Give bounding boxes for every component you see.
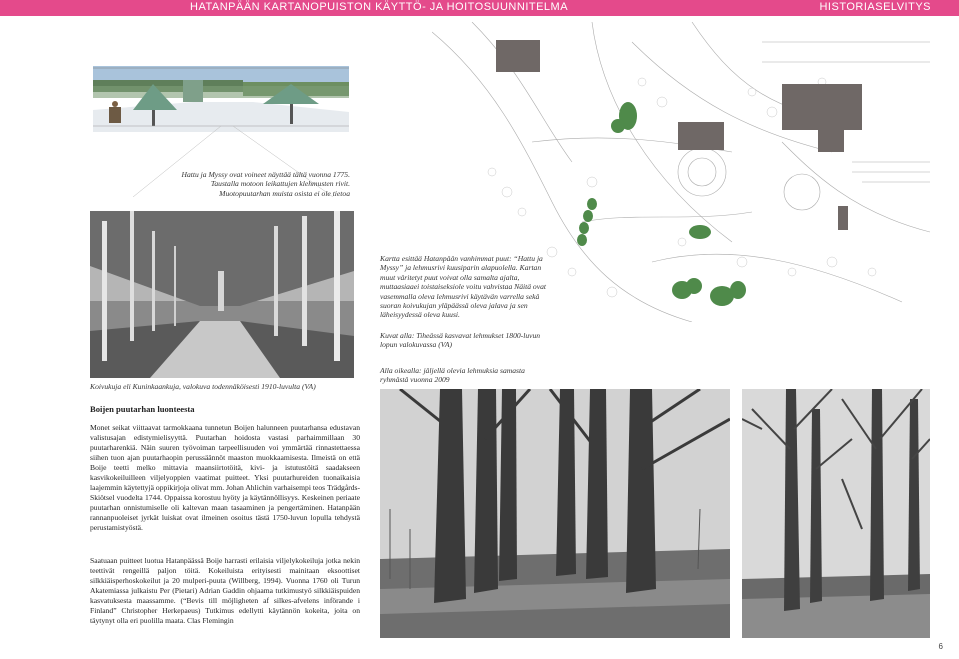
- map-caption: Kartta esittää Hatanpään vanhimmat puut:…: [380, 254, 546, 320]
- lime-photo-caption: Kuvat alla: Tiheässä kasvavat lehmukset …: [380, 331, 541, 350]
- article-paragraph-1: Monet seikat viittaavat tarmokkaana tunn…: [90, 423, 360, 532]
- sketch-caption: Hattu ja Myssy ovat voineet näyttää tält…: [181, 170, 350, 198]
- remaining-limes-photo: [742, 389, 930, 638]
- birch-avenue-photo: [90, 211, 354, 378]
- article-heading: Boijen puutarhan luonteesta: [90, 404, 195, 414]
- birch-avenue-caption: Koivukuja eli Kuninkaankuja, valokuva to…: [90, 382, 316, 391]
- header-bar: HATANPÄÄN KARTANOPUISTON KÄYTTÖ- JA HOIT…: [0, 0, 959, 16]
- lime-avenue-photo: [380, 389, 730, 638]
- document-title: HATANPÄÄN KARTANOPUISTON KÄYTTÖ- JA HOIT…: [190, 1, 569, 13]
- remaining-lime-caption: Alla oikealla: jäljellä olevia lehmuksia…: [380, 366, 525, 385]
- page-number: 6: [938, 642, 943, 651]
- article-paragraph-2: Saatuaan puitteet luotua Hatanpäässä Boi…: [90, 556, 360, 625]
- section-title: HISTORIASELVITYS: [819, 1, 931, 13]
